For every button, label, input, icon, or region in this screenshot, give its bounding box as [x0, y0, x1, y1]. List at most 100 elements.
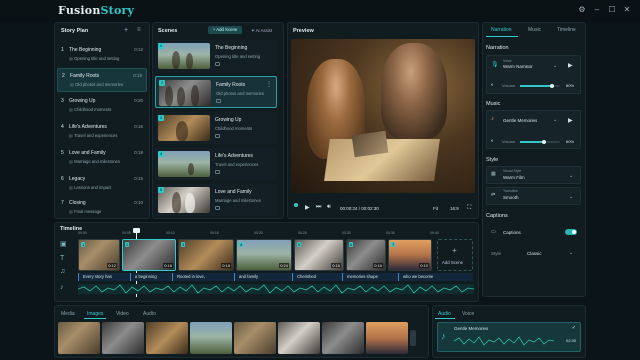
voice-select[interactable]: Warm Narrator: [503, 64, 533, 69]
scene-card[interactable]: 4 Life's Adventures Travel and experienc…: [155, 148, 277, 180]
scene-card-active[interactable]: 2 Family Roots Old photos and memories ⋮: [155, 76, 277, 108]
scene-card[interactable]: 5 Love and Family Marriage and milestone…: [155, 184, 277, 216]
add-scene-button[interactable]: + Add Scene: [208, 26, 242, 34]
item-number: 7: [61, 200, 64, 206]
chevron-down-icon[interactable]: ⌄: [553, 117, 557, 123]
chevron-down-icon[interactable]: ⌄: [569, 194, 573, 200]
visual-style-select[interactable]: Warm Film: [503, 175, 525, 180]
timeline-clip[interactable]: 1 0:12: [78, 239, 120, 271]
tab-audio[interactable]: Audio: [143, 311, 156, 317]
timeline-clip-selected[interactable]: 2 0:16: [122, 239, 176, 271]
chevron-down-icon[interactable]: ⌄: [569, 173, 573, 179]
scene-card[interactable]: 1 The Beginning Opening title and settin…: [155, 40, 277, 72]
add-scene-tile[interactable]: + Add Scene: [437, 239, 473, 271]
audio-duration: 02:30: [565, 338, 576, 343]
transition-card[interactable]: [486, 187, 581, 205]
item-number: 4: [61, 124, 64, 130]
ruler-tick: 00:10: [166, 231, 175, 235]
list-icon[interactable]: ≡: [137, 27, 141, 33]
media-thumbnail[interactable]: [58, 322, 100, 354]
tab-media[interactable]: Media: [61, 311, 75, 317]
caption-style-select[interactable]: Classic: [527, 251, 542, 256]
close-icon[interactable]: ✕: [622, 4, 632, 16]
tab-music[interactable]: Music: [528, 27, 541, 33]
scrubber-handle[interactable]: [294, 203, 298, 207]
chevron-down-icon[interactable]: ⌄: [553, 63, 557, 69]
audio-track-card[interactable]: ♪ Gentle Memories ✓ 02:30: [437, 322, 581, 352]
play-preview-icon[interactable]: ▶: [568, 117, 573, 124]
play-icon[interactable]: ▶: [305, 204, 310, 211]
visual-style-card[interactable]: [486, 166, 581, 184]
item-duration: 0:15: [134, 176, 143, 181]
tab-audio-library[interactable]: Audio: [438, 311, 451, 317]
scene-subtitle: Opening title and setting: [215, 54, 261, 59]
minimize-icon[interactable]: –: [592, 4, 602, 16]
preview-video[interactable]: [291, 39, 475, 193]
story-plan-item[interactable]: 1 The Beginning 0:12 Opening title and s…: [57, 43, 147, 67]
tab-timeline[interactable]: Timeline: [557, 27, 576, 33]
music-track[interactable]: Gentle Memories: [503, 118, 537, 123]
fit-select[interactable]: Fit: [433, 206, 438, 211]
slider-knob[interactable]: [550, 83, 554, 88]
caption-chip[interactable]: who we become: [398, 273, 473, 281]
volume-value: 80%: [566, 83, 575, 88]
media-thumbnail[interactable]: [278, 322, 320, 354]
add-plan-icon[interactable]: +: [124, 27, 128, 34]
media-thumbnail[interactable]: [234, 322, 276, 354]
caption-chip[interactable]: and family: [234, 273, 292, 281]
music-volume-slider[interactable]: [520, 139, 560, 144]
scene-card[interactable]: 3 Growing Up Childhood moments: [155, 112, 277, 144]
timeline-clip[interactable]: 3 0:18: [178, 239, 234, 271]
next-frame-icon[interactable]: ⏭: [316, 204, 321, 211]
story-plan-item[interactable]: 5 Love and Family 0:18 Marriage and mile…: [57, 146, 147, 170]
slider-knob[interactable]: [542, 139, 546, 144]
tab-narration[interactable]: Narration: [491, 27, 512, 33]
image-icon: [215, 134, 220, 138]
caption-chip[interactable]: Rooted in love,: [172, 273, 234, 281]
media-thumbnail[interactable]: [322, 322, 364, 354]
play-preview-icon[interactable]: ▶: [568, 62, 573, 69]
maximize-icon[interactable]: ☐: [607, 4, 617, 16]
tab-images[interactable]: Images: [87, 311, 103, 317]
visual-style-label: Visual Style: [503, 169, 522, 173]
timeline-clip[interactable]: 7 0:10: [388, 239, 432, 271]
scene-thumbnail: [158, 115, 210, 141]
tab-voice[interactable]: Voice: [462, 311, 474, 317]
timeline-clip[interactable]: 6 0:16: [346, 239, 386, 271]
fullscreen-icon[interactable]: ⛶: [467, 205, 471, 212]
caption-chip[interactable]: a beginning: [130, 273, 172, 281]
captions-toggle[interactable]: [565, 229, 577, 235]
media-thumbnail[interactable]: [146, 322, 188, 354]
story-plan-item[interactable]: 4 Life's Adventures 0:16 Travel and expe…: [57, 120, 147, 144]
media-thumbnail[interactable]: [102, 322, 144, 354]
timeline-clip[interactable]: 4 0:24: [236, 239, 292, 271]
ruler-tick: 00:05: [122, 231, 131, 235]
story-plan-item[interactable]: 7 Closing 0:10 Final message: [57, 196, 147, 220]
story-plan-item-active[interactable]: 2 Family Roots 0:18 Old photos and memor…: [57, 68, 147, 92]
scroll-right-handle[interactable]: [410, 330, 416, 346]
timeline-clip[interactable]: 5 0:16: [294, 239, 344, 271]
narration-volume-slider[interactable]: [520, 83, 560, 88]
story-plan-item[interactable]: 6 Legacy 0:15 Lessons and impact: [57, 172, 147, 196]
chevron-down-icon[interactable]: ⌄: [569, 250, 573, 256]
transition-select[interactable]: Smooth: [503, 195, 519, 200]
grandfather-figure: [381, 43, 447, 139]
media-thumbnail[interactable]: [366, 322, 408, 354]
playhead-handle[interactable]: [133, 228, 140, 233]
tab-video[interactable]: Video: [116, 311, 129, 317]
more-options-icon[interactable]: ⋮: [266, 81, 272, 88]
story-plan-item[interactable]: 3 Growing Up 0:20 Childhood moments: [57, 94, 147, 118]
settings-icon[interactable]: ⚙: [577, 4, 587, 16]
media-thumbnail[interactable]: [190, 322, 232, 354]
caption-chip[interactable]: Every story has: [78, 273, 130, 281]
aspect-ratio-select[interactable]: 16:9: [450, 206, 459, 211]
ai-assist-button[interactable]: ✦ AI Assist: [251, 28, 272, 34]
caption-chip[interactable]: memories shape: [342, 273, 398, 281]
story-plan-title: Story Plan: [61, 28, 89, 34]
captions-icon: ▭: [491, 229, 496, 235]
ruler-tick: 00:25: [298, 231, 307, 235]
ruler-tick: 00:00: [78, 231, 87, 235]
audio-waveform[interactable]: [78, 284, 474, 294]
volume-icon[interactable]: 🔊︎: [327, 204, 331, 211]
caption-chip[interactable]: Cherished: [292, 273, 342, 281]
